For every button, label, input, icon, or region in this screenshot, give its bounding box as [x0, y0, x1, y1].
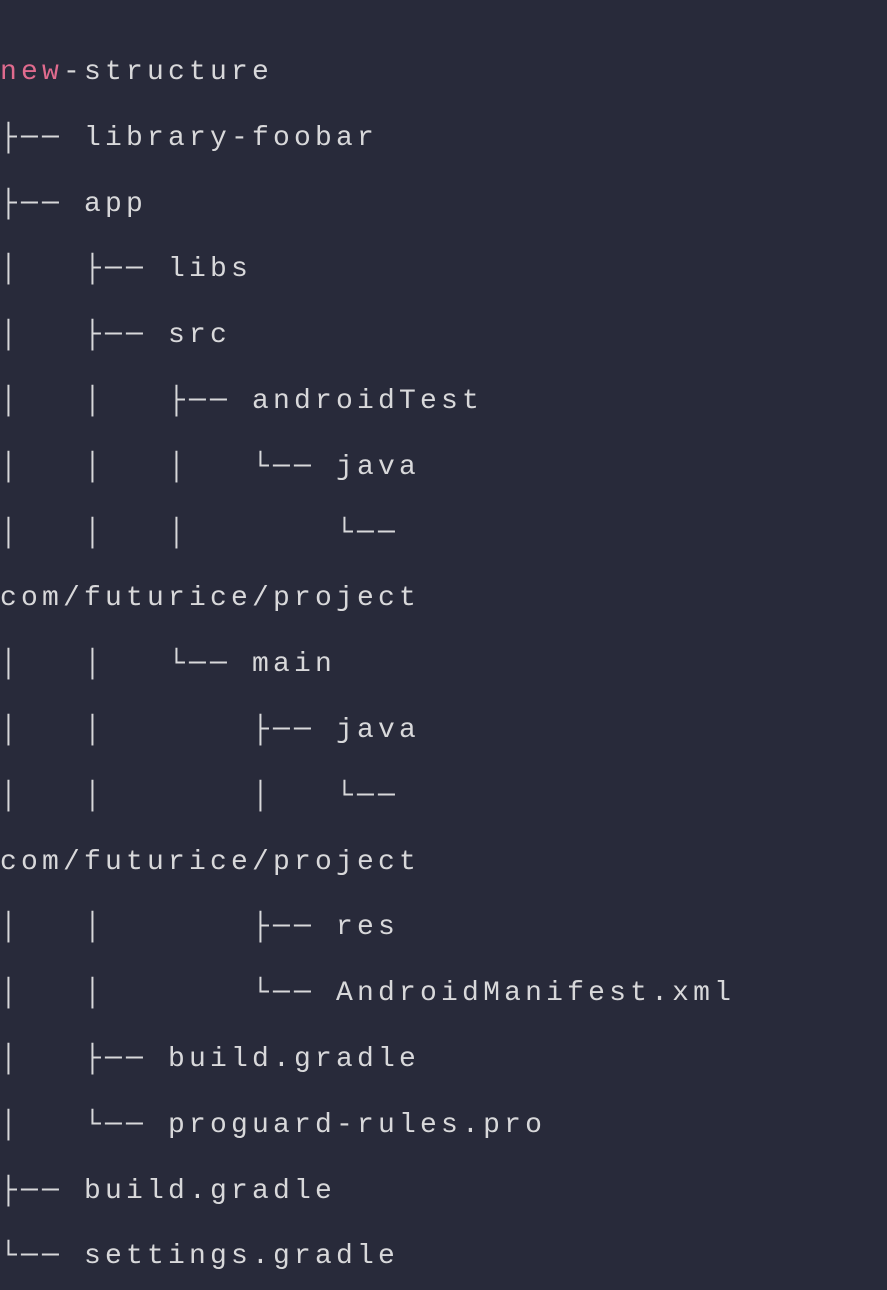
- tree-line: │ │ ├── androidTest: [0, 369, 887, 435]
- tree-line: │ │ └── main: [0, 632, 887, 698]
- tree-line: │ │ │ └──: [0, 764, 887, 830]
- tree-line: │ ├── build.gradle: [0, 1027, 887, 1093]
- tree-line: com/futurice/project: [0, 830, 887, 896]
- code-line: new-structure: [0, 40, 887, 106]
- tree-line: com/futurice/project: [0, 566, 887, 632]
- tree-line: ├── build.gradle: [0, 1159, 887, 1225]
- tree-line: │ │ ├── res: [0, 895, 887, 961]
- tree-line: │ ├── src: [0, 303, 887, 369]
- tree-line: │ ├── libs: [0, 237, 887, 303]
- text: -structure: [63, 57, 273, 88]
- tree-line: │ └── proguard-rules.pro: [0, 1093, 887, 1159]
- code-block: new-structure├── library-foobar├── app│ …: [0, 0, 887, 1290]
- tree-line: │ │ │ └── java: [0, 435, 887, 501]
- tree-line: │ │ │ └──: [0, 501, 887, 567]
- tree-line: │ │ ├── java: [0, 698, 887, 764]
- tree-line: ├── app: [0, 172, 887, 238]
- tree-line: ├── library-foobar: [0, 106, 887, 172]
- tree-line: └── settings.gradle: [0, 1224, 887, 1290]
- keyword-new: new: [0, 57, 63, 88]
- tree-line: │ │ └── AndroidManifest.xml: [0, 961, 887, 1027]
